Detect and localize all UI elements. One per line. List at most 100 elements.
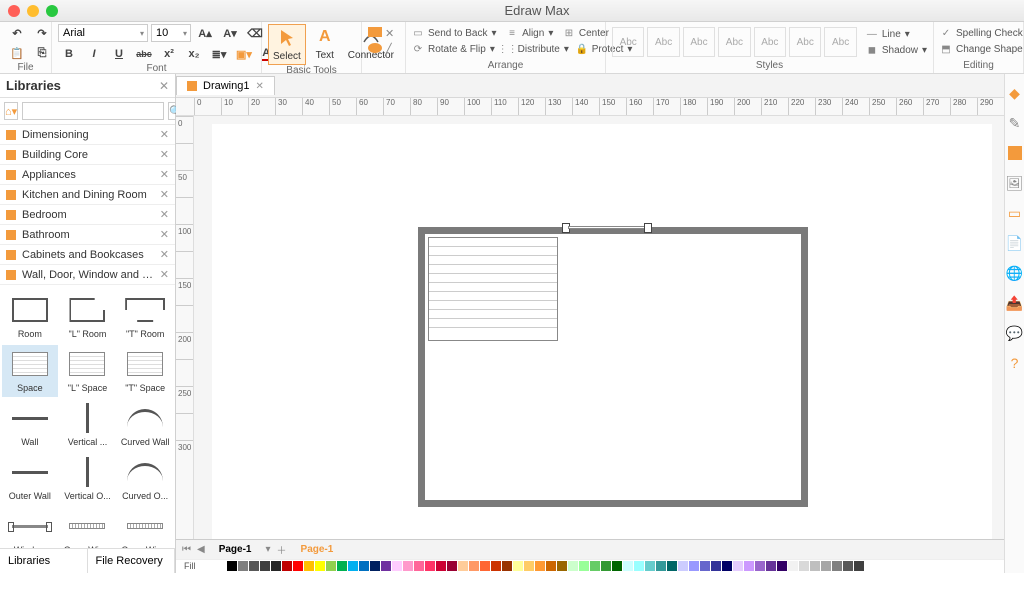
canvas[interactable]: 050100150200250300 [176,116,1004,539]
fill-tool-icon[interactable]: ◆ [1006,84,1024,102]
help-icon[interactable]: ? [1006,354,1024,372]
color-swatch[interactable] [425,561,435,571]
color-swatch[interactable] [689,561,699,571]
color-swatch[interactable] [315,561,325,571]
style-preset[interactable]: Abc [789,27,821,57]
shape-fill-icon[interactable] [1006,144,1024,162]
page-tab[interactable]: Page-1 [211,542,260,557]
document-tab[interactable]: Drawing1 ✕ [176,76,275,95]
delete-icon[interactable]: ✕ [385,27,394,40]
center-icon[interactable]: ⊞ [563,27,575,39]
library-search-input[interactable] [22,102,164,120]
color-swatch[interactable] [843,561,853,571]
color-swatch[interactable] [260,561,270,571]
close-window-icon[interactable] [8,5,20,17]
color-swatch[interactable] [623,561,633,571]
color-swatch[interactable] [854,561,864,571]
layers-icon[interactable]: ▭ [1006,204,1024,222]
pencil-tool-icon[interactable]: ✎ [1006,114,1024,132]
color-swatch[interactable] [227,561,237,571]
page-prev-icon[interactable]: ◀ [197,544,205,555]
library-category[interactable]: Bathroom✕ [0,225,175,245]
highlight-icon[interactable]: ▣▾ [233,45,255,63]
color-swatch[interactable] [733,561,743,571]
file-recovery-tab[interactable]: File Recovery [88,549,176,573]
export-icon[interactable]: 📤 [1006,294,1024,312]
subscript-icon[interactable]: x₂ [183,45,205,63]
strike-button[interactable]: abc [133,45,155,63]
color-swatch[interactable] [414,561,424,571]
style-preset[interactable]: Abc [612,27,644,57]
line-style-icon[interactable]: — [866,28,878,40]
color-swatch[interactable] [656,561,666,571]
library-shape[interactable]: "L" Room [60,291,116,343]
color-swatch[interactable] [777,561,787,571]
library-shape[interactable]: Curved Wall [117,399,173,451]
font-family-select[interactable]: Arial [58,24,148,42]
color-swatch[interactable] [832,561,842,571]
rect-shape-icon[interactable] [368,27,382,37]
rotate-icon[interactable]: ⟳ [412,43,424,55]
library-shape[interactable]: "L" Space [60,345,116,397]
ellipse-shape-icon[interactable] [368,43,382,53]
color-swatch[interactable] [381,561,391,571]
page-setup-icon[interactable]: 📄 [1006,234,1024,252]
redo-icon[interactable]: ↷ [31,24,53,42]
color-swatch[interactable] [821,561,831,571]
color-swatch[interactable] [502,561,512,571]
library-category[interactable]: Wall, Door, Window and Structure✕ [0,265,175,285]
library-shape[interactable]: Room [2,291,58,343]
color-swatch[interactable] [645,561,655,571]
color-swatch[interactable] [469,561,479,571]
bold-button[interactable]: B [58,45,80,63]
style-preset[interactable]: Abc [683,27,715,57]
color-swatch[interactable] [436,561,446,571]
color-swatch[interactable] [535,561,545,571]
color-swatch[interactable] [678,561,688,571]
font-size-select[interactable]: 10 [151,24,191,42]
line-shape-icon[interactable]: ╱ [385,43,392,56]
hyperlink-icon[interactable]: 🌐 [1006,264,1024,282]
undo-icon[interactable]: ↶ [6,24,28,42]
library-shape[interactable]: Outer Wall [2,453,58,505]
change-shape-icon[interactable]: ⬒ [940,43,952,55]
library-shape[interactable]: Space [2,345,58,397]
color-swatch[interactable] [491,561,501,571]
select-tool[interactable]: Select [268,24,306,65]
color-swatch[interactable] [337,561,347,571]
add-page-icon[interactable]: ＋ [277,542,287,557]
library-category[interactable]: Building Core✕ [0,145,175,165]
drawing-page[interactable] [212,124,992,539]
home-icon[interactable]: ⌂▾ [4,102,18,120]
libraries-tab[interactable]: Libraries [0,549,88,573]
color-swatch[interactable] [480,561,490,571]
door-shape[interactable] [562,223,652,233]
minimize-window-icon[interactable] [27,5,39,17]
color-swatch[interactable] [711,561,721,571]
library-shape[interactable]: "T" Room [117,291,173,343]
image-tool-icon[interactable]: 🖼 [1006,174,1024,192]
color-swatch[interactable] [601,561,611,571]
library-shape[interactable]: Window [2,507,58,548]
library-shape[interactable]: Vertical O... [60,453,116,505]
color-swatch[interactable] [788,561,798,571]
color-swatch[interactable] [326,561,336,571]
color-swatch[interactable] [249,561,259,571]
color-swatch[interactable] [216,561,226,571]
italic-button[interactable]: I [83,45,105,63]
room-shape[interactable] [418,227,808,507]
color-swatch[interactable] [524,561,534,571]
library-shape[interactable]: Vertical ... [60,399,116,451]
color-swatch[interactable] [634,561,644,571]
comment-icon[interactable]: 💬 [1006,324,1024,342]
color-swatch[interactable] [590,561,600,571]
color-swatch[interactable] [557,561,567,571]
color-swatch[interactable] [612,561,622,571]
color-swatch[interactable] [370,561,380,571]
decrease-font-icon[interactable]: A▾ [219,24,241,42]
library-category[interactable]: Cabinets and Bookcases✕ [0,245,175,265]
distribute-icon[interactable]: ⋮⋮ [502,43,514,55]
color-swatch[interactable] [755,561,765,571]
color-swatch[interactable] [568,561,578,571]
spellcheck-icon[interactable]: ✓ [940,27,952,39]
